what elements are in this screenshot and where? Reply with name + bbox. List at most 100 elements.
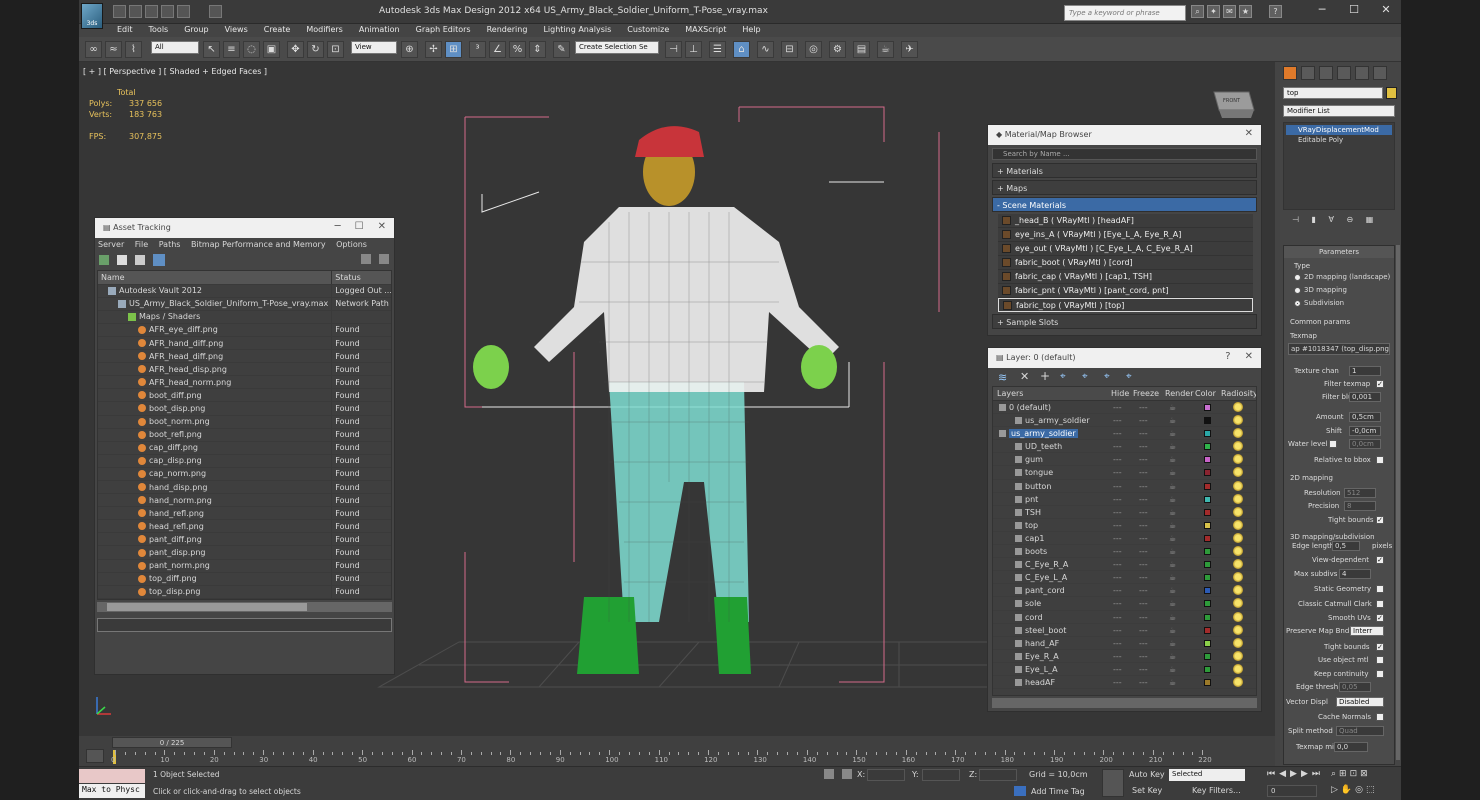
render-production-icon[interactable]: ☕ bbox=[877, 41, 894, 58]
z-coord-field[interactable] bbox=[979, 769, 1017, 781]
mmb-section-materials[interactable]: + Materials bbox=[992, 163, 1257, 178]
keep-continuity-checkbox[interactable] bbox=[1376, 670, 1384, 678]
asset-row[interactable]: AFR_head_norm.png Found bbox=[98, 375, 391, 390]
display-tab-icon[interactable] bbox=[1355, 66, 1369, 80]
subscription-icon[interactable]: ✦ bbox=[1207, 5, 1220, 18]
color-col-header[interactable]: Color bbox=[1195, 387, 1216, 401]
stack-item-editable-poly[interactable]: Editable Poly bbox=[1286, 135, 1392, 145]
radiosity-col-header[interactable]: Radiosity bbox=[1221, 387, 1256, 401]
layer-render-toggle-icon[interactable]: ☕ bbox=[1169, 676, 1176, 689]
key-selection-dropdown[interactable]: Selected bbox=[1169, 769, 1245, 781]
asset-row[interactable]: hand_norm.png Found bbox=[98, 493, 391, 508]
save-file-icon[interactable] bbox=[145, 5, 158, 18]
set-key-mode-icon[interactable] bbox=[1102, 769, 1124, 797]
menu-lighting-analysis[interactable]: Lighting Analysis bbox=[535, 24, 619, 36]
layer-freeze-toggle[interactable]: --- bbox=[1139, 637, 1148, 650]
layer-color-swatch[interactable] bbox=[1204, 430, 1211, 438]
project-folder-icon[interactable] bbox=[209, 5, 222, 18]
layer-hide-toggle[interactable]: --- bbox=[1113, 440, 1122, 453]
texmap-min-spinner[interactable]: 0,0 bbox=[1334, 742, 1368, 752]
type-3d-radio[interactable] bbox=[1294, 287, 1301, 294]
next-frame-icon[interactable]: ▶ bbox=[1301, 769, 1312, 779]
hierarchy-tab-icon[interactable] bbox=[1319, 66, 1333, 80]
at-help-icon[interactable] bbox=[361, 254, 371, 264]
graphite-tools-icon[interactable]: ⌂ bbox=[733, 41, 750, 58]
layer-freeze-toggle[interactable]: --- bbox=[1139, 611, 1148, 624]
layer-color-swatch[interactable] bbox=[1204, 469, 1211, 477]
create-layer-icon[interactable]: ≋ bbox=[998, 371, 1007, 384]
select-manipulate-icon[interactable]: ✢ bbox=[425, 41, 442, 58]
radiosity-bulb-icon[interactable] bbox=[1233, 519, 1243, 530]
radiosity-bulb-icon[interactable] bbox=[1233, 402, 1243, 412]
zoom-extents-icon[interactable]: ⊡ bbox=[1350, 769, 1361, 779]
layer-render-toggle-icon[interactable]: ☕ bbox=[1169, 466, 1176, 479]
layer-freeze-toggle[interactable]: --- bbox=[1139, 597, 1148, 610]
rotate-icon[interactable]: ↻ bbox=[307, 41, 324, 58]
layer-color-swatch[interactable] bbox=[1204, 508, 1211, 516]
layer-hide-toggle[interactable]: --- bbox=[1113, 584, 1122, 597]
add-to-layer-icon[interactable]: + bbox=[1040, 369, 1050, 383]
asset-row[interactable]: Autodesk Vault 2012 Logged Out ... bbox=[98, 284, 391, 298]
radiosity-bulb-icon[interactable] bbox=[1233, 546, 1243, 557]
time-tag-icon[interactable] bbox=[1014, 786, 1026, 796]
layer-hide-toggle[interactable]: --- bbox=[1113, 597, 1122, 610]
layer-freeze-toggle[interactable]: --- bbox=[1139, 440, 1148, 453]
layer-render-toggle-icon[interactable]: ☕ bbox=[1169, 624, 1176, 637]
layer-row[interactable]: Eye_L_A --- --- ☕ bbox=[993, 663, 1256, 676]
orbit-icon[interactable]: ◎ bbox=[1355, 785, 1366, 795]
percent-snap-icon[interactable]: % bbox=[509, 41, 526, 58]
layer-hide-toggle[interactable]: --- bbox=[1113, 663, 1122, 676]
asset-row[interactable]: pant_disp.png Found bbox=[98, 545, 391, 560]
scene-material-item[interactable]: fabric_top ( VRayMtl ) [top] bbox=[998, 298, 1253, 312]
layer-hide-toggle[interactable]: --- bbox=[1113, 676, 1122, 689]
scene-material-item[interactable]: _head_B ( VRayMtl ) [headAF] bbox=[998, 214, 1253, 228]
asset-row[interactable]: top_diff.png Found bbox=[98, 572, 391, 586]
layer-render-toggle-icon[interactable]: ☕ bbox=[1169, 571, 1176, 584]
layer-freeze-toggle[interactable]: --- bbox=[1139, 676, 1148, 689]
layer-render-toggle-icon[interactable]: ☕ bbox=[1169, 545, 1176, 558]
layer-row[interactable]: boots --- --- ☕ bbox=[993, 545, 1256, 559]
layer-freeze-toggle[interactable]: --- bbox=[1139, 624, 1148, 637]
static-geometry-checkbox[interactable] bbox=[1376, 585, 1384, 593]
render-iterative-icon[interactable]: ✈ bbox=[901, 41, 918, 58]
current-frame-field[interactable]: 0 bbox=[1267, 785, 1317, 797]
layer-render-toggle-icon[interactable]: ☕ bbox=[1169, 401, 1176, 414]
minimize-window-icon[interactable]: ─ bbox=[1307, 3, 1337, 16]
add-time-tag-button[interactable]: Add Time Tag bbox=[1031, 787, 1085, 796]
radiosity-bulb-icon[interactable] bbox=[1233, 585, 1243, 596]
asset-row[interactable]: boot_refl.png Found bbox=[98, 428, 391, 442]
smooth-uvs-checkbox[interactable]: ✓ bbox=[1376, 614, 1384, 622]
at-menu-server[interactable]: Server bbox=[98, 240, 124, 249]
asset-row[interactable]: boot_norm.png Found bbox=[98, 415, 391, 429]
layer-row[interactable]: steel_boot --- --- ☕ bbox=[993, 624, 1256, 637]
layer-render-toggle-icon[interactable]: ☕ bbox=[1169, 440, 1176, 453]
menu-views[interactable]: Views bbox=[217, 24, 256, 36]
refresh-icon[interactable] bbox=[99, 255, 109, 265]
utilities-tab-icon[interactable] bbox=[1373, 66, 1387, 80]
layer-row[interactable]: Eye_R_A --- --- ☕ bbox=[993, 650, 1256, 663]
layer-color-swatch[interactable] bbox=[1204, 626, 1211, 634]
material-editor-icon[interactable]: ◎ bbox=[805, 41, 822, 58]
layer-hide-toggle[interactable]: --- bbox=[1113, 519, 1122, 532]
layer-freeze-toggle[interactable]: --- bbox=[1139, 532, 1148, 545]
cache-normals-checkbox[interactable] bbox=[1376, 713, 1384, 721]
scene-material-item[interactable]: eye_out ( VRayMtl ) [C_Eye_L_A, C_Eye_R_… bbox=[998, 242, 1253, 256]
move-icon[interactable]: ✥ bbox=[287, 41, 304, 58]
maxscript-listener-top[interactable] bbox=[79, 769, 145, 783]
asset-row[interactable]: pant_norm.png Found bbox=[98, 559, 391, 573]
x-coord-field[interactable] bbox=[867, 769, 905, 781]
zoom-extents-all-icon[interactable]: ⊠ bbox=[1360, 769, 1371, 779]
keyboard-shortcut-override-icon[interactable]: ⊞ bbox=[445, 41, 462, 58]
asset-row[interactable]: cap_norm.png Found bbox=[98, 467, 391, 482]
zoom-all-icon[interactable]: ⊞ bbox=[1339, 769, 1350, 779]
layer-color-swatch[interactable] bbox=[1204, 482, 1211, 490]
type-subdivision-radio[interactable] bbox=[1294, 300, 1301, 307]
layer-freeze-toggle[interactable]: --- bbox=[1139, 571, 1148, 584]
tight-bounds-3d-checkbox[interactable]: ✓ bbox=[1376, 643, 1384, 651]
layer-hide-toggle[interactable]: --- bbox=[1113, 545, 1122, 558]
asset-row[interactable]: top_norm.pngFound bbox=[98, 598, 391, 599]
go-to-end-icon[interactable]: ⏭ bbox=[1312, 769, 1324, 779]
layer-row[interactable]: C_Eye_R_A --- --- ☕ bbox=[993, 558, 1256, 572]
use-object-mtl-checkbox[interactable] bbox=[1376, 656, 1384, 664]
layer-hscrollbar[interactable] bbox=[992, 698, 1257, 708]
